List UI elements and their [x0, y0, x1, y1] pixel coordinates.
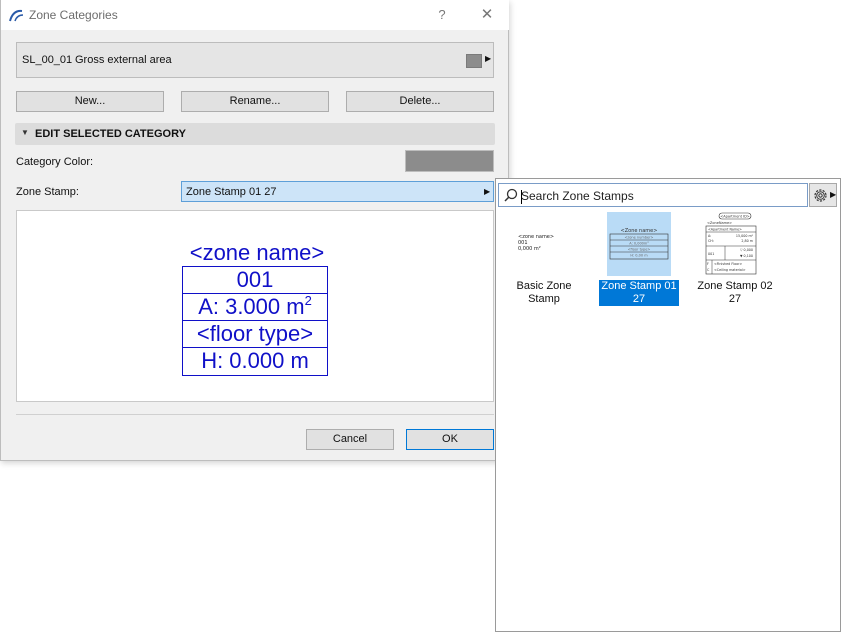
- svg-text:C: C: [707, 268, 710, 272]
- svg-text:A: 0,000m²: A: 0,000m²: [629, 242, 649, 246]
- zone-stamp-label: Zone Stamp:: [16, 186, 79, 198]
- search-icon: [504, 188, 518, 202]
- help-button[interactable]: ?: [431, 5, 453, 25]
- preview-height: H: 0.000 m: [201, 348, 309, 373]
- basic-stamp-thumbnail: <zone name> 001 0,000 m²: [518, 234, 554, 252]
- divider: [16, 414, 494, 415]
- svg-text:▼ 0,100: ▼ 0,100: [740, 254, 753, 258]
- search-box[interactable]: [498, 183, 808, 207]
- title-bar: Zone Categories ? ✕: [1, 0, 509, 30]
- stamp-tile-label: Zone Stamp 02 27: [697, 280, 773, 305]
- new-button[interactable]: New...: [16, 91, 164, 112]
- svg-text:<Finished Floor>: <Finished Floor>: [714, 262, 743, 266]
- svg-text:<Apartment ID>: <Apartment ID>: [720, 215, 749, 219]
- preview-area-row: A: 3.000 m2: [183, 294, 327, 321]
- category-id: SL_00_01: [22, 54, 73, 66]
- gear-icon: [814, 189, 827, 202]
- category-color-chip: [466, 54, 482, 68]
- ok-button[interactable]: OK: [406, 429, 494, 450]
- category-selector[interactable]: SL_00_01 Gross external area ▶: [16, 42, 494, 78]
- close-button[interactable]: ✕: [473, 5, 501, 25]
- edit-category-section-header[interactable]: ▼ EDIT SELECTED CATEGORY: [15, 123, 495, 145]
- stamp-tile-02-27[interactable]: <Apartment ID> <ZoneName> <Apartment Nam…: [695, 212, 775, 312]
- stamp-settings-button[interactable]: ▶: [809, 183, 837, 207]
- preview-floor-type: <floor type>: [183, 321, 327, 348]
- preview-stamp-table: 001 A: 3.000 m2 <floor type> H: 0.000 m: [182, 266, 328, 376]
- svg-text:<Zone name>: <Zone name>: [621, 228, 658, 234]
- stamp-02-thumbnail: <Apartment ID> <ZoneName> <Apartment Nam…: [705, 212, 757, 275]
- zone-stamp-value: Zone Stamp 01 27: [186, 186, 277, 198]
- chevron-right-icon: ▶: [484, 187, 491, 196]
- category-name: Gross external area: [75, 54, 172, 66]
- svg-text:CH:: CH:: [708, 239, 714, 243]
- category-color-label: Category Color:: [16, 156, 94, 168]
- search-input[interactable]: [521, 188, 801, 204]
- zone-stamp-picker-popup: ▶ <zone name> 001 0,000 m² Basic Zone St…: [495, 178, 841, 632]
- svg-text:<Ceiling material>: <Ceiling material>: [714, 268, 746, 272]
- preview-area-exponent: 2: [304, 293, 312, 308]
- svg-text:<Apartment Name>: <Apartment Name>: [708, 228, 742, 232]
- svg-text:F: F: [707, 262, 709, 266]
- preview-zone-number: 001: [183, 267, 327, 294]
- stamp-01-thumbnail: <Zone name> <zone number> A: 0,000m² <fl…: [607, 212, 671, 276]
- text-caret: [521, 190, 522, 204]
- preview-zone-name: <zone name>: [189, 240, 325, 265]
- preview-area: A: 3.000 m: [198, 294, 305, 319]
- section-title: EDIT SELECTED CATEGORY: [35, 128, 186, 140]
- archicad-logo-icon: [9, 9, 24, 22]
- svg-text:0,000 m²: 0,000 m²: [518, 246, 541, 252]
- svg-text:H: 0,00 m: H: 0,00 m: [630, 254, 648, 258]
- stamp-tile-label: Basic Zone Stamp: [516, 280, 572, 305]
- category-color-swatch[interactable]: [405, 150, 494, 172]
- collapse-triangle-icon: ▼: [21, 128, 29, 137]
- dialog-title: Zone Categories: [29, 8, 118, 22]
- stamp-tile-label: Zone Stamp 01 27: [599, 280, 679, 306]
- cancel-button[interactable]: Cancel: [306, 429, 394, 450]
- zone-categories-dialog: Zone Categories ? ✕ SL_00_01 Gross exter…: [0, 0, 509, 461]
- svg-text:A:: A:: [708, 234, 711, 238]
- rename-button[interactable]: Rename...: [181, 91, 329, 112]
- svg-text:001: 001: [708, 252, 714, 256]
- delete-button[interactable]: Delete...: [346, 91, 494, 112]
- svg-text:2,80 m: 2,80 m: [741, 239, 753, 243]
- zone-stamp-preview: <zone name> 001 A: 3.000 m2 <floor type>…: [16, 210, 494, 402]
- zone-stamp-dropdown[interactable]: Zone Stamp 01 27 ▶: [181, 181, 494, 202]
- svg-text:15,000 m²: 15,000 m²: [736, 234, 754, 238]
- chevron-right-icon: ▶: [830, 190, 837, 199]
- svg-text:<floor type>: <floor type>: [628, 248, 651, 252]
- stamp-tile-basic[interactable]: <zone name> 001 0,000 m² Basic Zone Stam…: [504, 212, 584, 312]
- svg-text:<zone number>: <zone number>: [625, 236, 654, 240]
- svg-text:▽ 0,000: ▽ 0,000: [740, 248, 753, 252]
- chevron-right-icon: ▶: [485, 54, 492, 63]
- svg-text:<ZoneName>: <ZoneName>: [707, 221, 732, 225]
- stamp-tile-01-27[interactable]: <Zone name> <zone number> A: 0,000m² <fl…: [599, 212, 679, 312]
